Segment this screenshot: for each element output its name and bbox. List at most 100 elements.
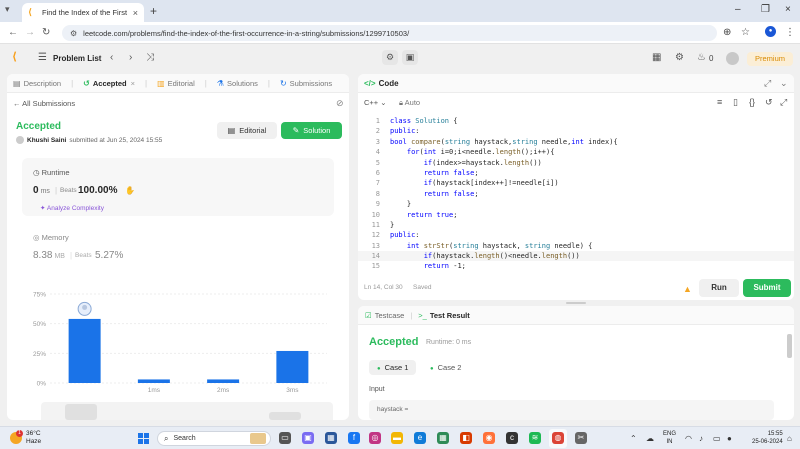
result-scrollbar[interactable] — [787, 334, 792, 358]
leetcode-logo-icon[interactable]: ⟨ — [12, 52, 23, 63]
code-line[interactable]: 12 public: — [358, 230, 794, 240]
snipping-tool-icon[interactable]: ✂ — [575, 432, 587, 444]
more-options-icon[interactable]: ⤢ — [780, 97, 787, 108]
submit-button[interactable]: Submit — [743, 279, 791, 297]
chrome-icon[interactable]: ◍ — [552, 432, 564, 444]
layout-icon[interactable]: ▦ — [652, 52, 661, 63]
list-icon[interactable]: ☰ — [38, 52, 47, 63]
forward-icon[interactable]: → — [25, 27, 35, 38]
taskbar-search[interactable]: ⌕ Search — [157, 431, 271, 446]
site-info-icon[interactable]: ⚙ — [70, 29, 77, 38]
wifi-icon[interactable]: ◠ — [685, 434, 692, 443]
spotify-icon[interactable]: ≋ — [529, 432, 541, 444]
tab-solutions[interactable]: ⚗ Solutions — [217, 79, 258, 88]
code-line[interactable]: 2 public: — [358, 126, 794, 136]
cloud-icon[interactable]: ☁ — [646, 434, 654, 443]
language-indicator[interactable]: ENG IN — [663, 431, 676, 446]
code-line[interactable]: 11} — [358, 220, 794, 230]
problem-list-link[interactable]: Problem List — [53, 54, 101, 63]
new-tab-icon[interactable]: + — [150, 4, 157, 18]
premium-button[interactable]: Premium — [747, 52, 793, 66]
code-line[interactable]: 7 if(haystack[index++]!=needle[i]) — [358, 178, 794, 188]
fire-streak-icon[interactable]: ♨ — [697, 52, 706, 63]
shuffle-icon[interactable]: ⤨ — [146, 52, 154, 63]
code-line[interactable]: 3 bool compare(string haystack,string nee… — [358, 137, 794, 147]
browser-menu-icon[interactable]: ⋮ — [785, 27, 795, 38]
code-line[interactable]: 5 if(index>=haystack.length()) — [358, 158, 794, 168]
debug-icon[interactable]: ⚙ — [382, 50, 398, 65]
restore-icon[interactable]: ❐ — [761, 4, 770, 15]
code-line[interactable]: 15 return -1; — [358, 261, 794, 271]
tab-submissions[interactable]: ↻ Submissions — [280, 79, 332, 88]
profile-avatar[interactable]: ● — [765, 26, 776, 37]
tab-description[interactable]: ▤ Description — [13, 79, 61, 88]
format-icon[interactable]: ≡ — [717, 97, 722, 107]
teams-icon[interactable]: ▣ — [302, 432, 314, 444]
prev-problem-icon[interactable]: ‹ — [110, 52, 113, 63]
code-line[interactable]: 9 } — [358, 199, 794, 209]
submitter-name[interactable]: Khushi Saini — [27, 137, 66, 144]
solution-button[interactable]: ✎ Solution — [281, 122, 342, 139]
analyze-complexity-link[interactable]: ✦ Analyze Complexity — [40, 204, 104, 212]
url-omnibox[interactable]: ⚙ leetcode.com/problems/find-the-index-o… — [62, 25, 717, 41]
battery-icon[interactable]: ▭ — [713, 434, 721, 443]
minimize-icon[interactable]: – — [735, 4, 741, 15]
case-1-tab[interactable]: ● Case 1 — [369, 360, 417, 375]
volume-icon[interactable]: ♪ — [699, 434, 703, 443]
chart-bar[interactable] — [137, 379, 170, 383]
tab-test-result[interactable]: Test Result — [430, 311, 470, 320]
code-line[interactable]: 1 class Solution { — [358, 116, 794, 126]
tab-search-icon[interactable]: ▾ — [5, 4, 10, 15]
tab-editorial[interactable]: ▥ Editorial — [157, 79, 195, 88]
code-line[interactable]: 14 if(haystack.length()<needle.length()) — [358, 251, 794, 262]
instagram-icon[interactable]: ◎ — [369, 432, 381, 444]
user-avatar[interactable] — [726, 52, 739, 65]
reload-icon[interactable]: ↻ — [42, 27, 50, 38]
chart-scroll-thumb-right[interactable] — [269, 412, 301, 420]
tab-close-icon[interactable]: × — [131, 79, 135, 88]
weather-widget[interactable]: 1 36°C Haze — [10, 429, 41, 445]
next-problem-icon[interactable]: › — [129, 52, 132, 63]
browser-tab[interactable]: ⟨ Find the Index of the First Occu × — [22, 3, 144, 22]
back-icon[interactable]: ← — [8, 27, 18, 38]
collapse-icon[interactable]: ⌄ — [780, 78, 788, 89]
terminal-app-icon[interactable]: c — [506, 432, 518, 444]
bookmark-star-icon[interactable]: ☆ — [741, 27, 750, 38]
tab-close-icon[interactable]: × — [133, 8, 138, 18]
code-line[interactable]: 4 for(int i=0;i<needle.length();i++){ — [358, 147, 794, 157]
code-line[interactable]: 8 return false; — [358, 189, 794, 199]
facebook-icon[interactable]: f — [348, 432, 360, 444]
code-line[interactable]: 6 return false; — [358, 168, 794, 178]
task-view-icon[interactable]: ▭ — [279, 432, 291, 444]
chart-scroll-thumb[interactable] — [65, 404, 97, 420]
clock[interactable]: 15:55 25-06-2024 — [752, 431, 783, 446]
file-explorer-icon[interactable]: ▬ — [391, 432, 403, 444]
reset-icon[interactable]: ↺ — [765, 97, 773, 108]
notifications-icon[interactable]: ⌂ — [787, 434, 792, 443]
chart-bar[interactable] — [68, 318, 101, 383]
tab-accepted[interactable]: ↺ Accepted × — [83, 79, 135, 88]
close-window-icon[interactable]: × — [785, 4, 791, 15]
case-2-tab[interactable]: ● Case 2 — [422, 360, 469, 375]
all-submissions-link[interactable]: ← All Submissions — [13, 99, 75, 108]
store-icon[interactable]: ▦ — [325, 432, 337, 444]
bookmark-icon[interactable]: ▯ — [733, 97, 738, 108]
language-select[interactable]: C++ ⌄ — [364, 98, 387, 107]
code-line[interactable]: 10 return true; — [358, 210, 794, 220]
firefox-icon[interactable]: ◉ — [483, 432, 495, 444]
auto-mode[interactable]: 🔒︎ Auto — [399, 98, 420, 108]
share-link-icon[interactable]: ⊘ — [336, 98, 344, 109]
tray-chevron-up-icon[interactable]: ⌃ — [630, 434, 637, 443]
settings-gear-icon[interactable]: ⚙ — [675, 52, 684, 63]
notes-icon[interactable]: ▣ — [402, 50, 418, 65]
windows-start-icon[interactable] — [138, 433, 149, 444]
run-button[interactable]: Run — [699, 279, 739, 297]
fullscreen-icon[interactable]: ⤢ — [764, 78, 771, 89]
code-line[interactable]: 13 int strStr(string haystack, string ne… — [358, 241, 794, 251]
mic-icon[interactable]: ● — [727, 434, 732, 443]
editorial-button[interactable]: ▤ Editorial — [217, 122, 277, 139]
edge-icon[interactable]: e — [414, 432, 426, 444]
app-grid-icon[interactable]: ▦ — [437, 432, 449, 444]
braces-icon[interactable]: {} — [749, 97, 755, 107]
office-icon[interactable]: ◧ — [460, 432, 472, 444]
